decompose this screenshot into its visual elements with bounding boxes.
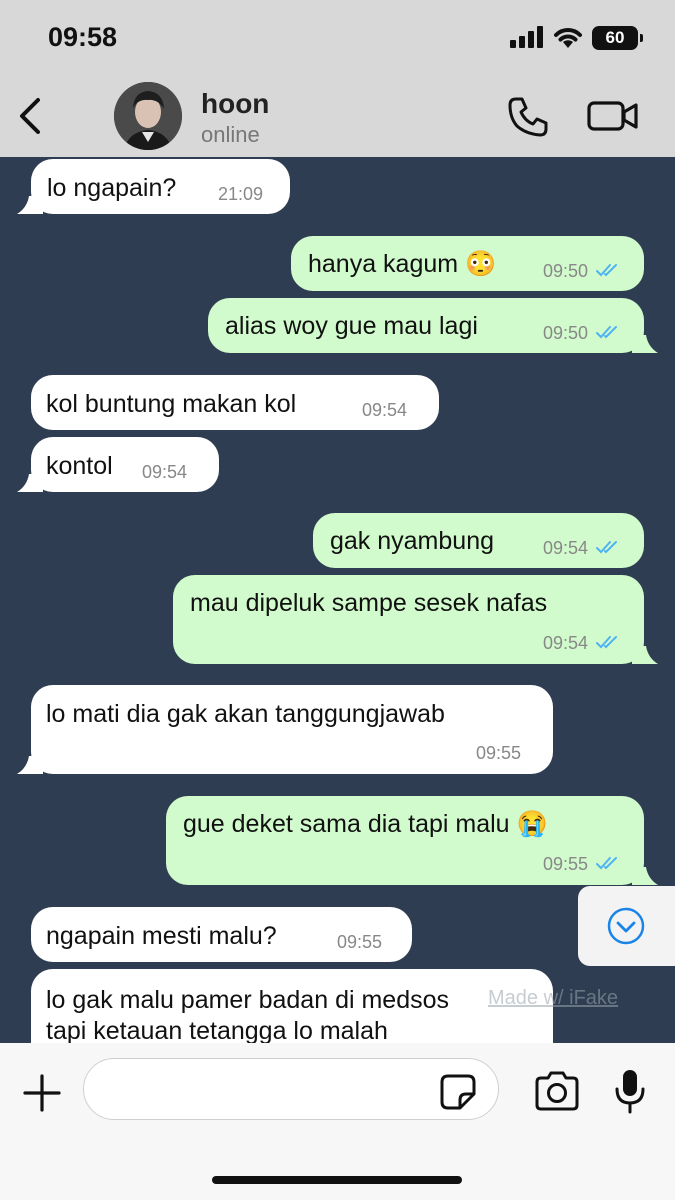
message-time: 09:54 (543, 633, 589, 653)
message-outgoing[interactable]: hanya kagum 😳 09:50 (291, 236, 644, 291)
wifi-icon (554, 28, 582, 48)
message-text: kol buntung makan kol (46, 390, 297, 418)
message-text-line: lo gak malu pamer badan di medsos (46, 986, 450, 1014)
chevron-down-circle-icon (607, 907, 645, 945)
message-text: kontol (46, 452, 113, 480)
status-time: 09:58 (48, 22, 118, 52)
contact-name[interactable]: hoon (201, 88, 269, 120)
read-receipt-icon (596, 264, 617, 277)
message-outgoing[interactable]: gak nyambung 09:54 (313, 513, 644, 568)
message-outgoing[interactable]: alias woy gue mau lagi 09:50 (208, 298, 658, 353)
message-text-line: tapi ketauan tetangga lo malah (46, 1017, 388, 1043)
read-receipt-icon (596, 857, 617, 870)
message-incoming[interactable]: kol buntung makan kol 09:54 (31, 375, 439, 430)
scroll-to-bottom-button[interactable] (578, 886, 675, 966)
message-time: 09:55 (543, 854, 589, 874)
sticker-icon[interactable] (440, 1074, 476, 1110)
message-incoming[interactable]: lo mati dia gak akan tanggungjawab 09:55 (17, 685, 553, 774)
message-outgoing[interactable]: gue deket sama dia tapi malu 😭 09:55 (166, 796, 658, 885)
read-receipt-icon (596, 636, 617, 649)
plus-icon[interactable] (22, 1073, 62, 1113)
home-indicator (212, 1176, 462, 1184)
message-outgoing[interactable]: mau dipeluk sampe sesek nafas 09:54 (173, 575, 658, 664)
microphone-icon[interactable] (613, 1068, 647, 1114)
chat-thread[interactable]: lo ngapain? 21:09 hanya kagum 😳 09:50 al… (0, 157, 675, 1043)
bubble-tail (632, 867, 658, 885)
message-text: alias woy gue mau lagi (225, 312, 478, 340)
message-text: gak nyambung (330, 527, 495, 555)
avatar[interactable] (114, 82, 182, 150)
bubble-tail (17, 474, 43, 492)
message-time: 21:09 (218, 184, 264, 204)
message-incoming[interactable]: kontol 09:54 (17, 437, 219, 492)
camera-icon[interactable] (533, 1071, 581, 1111)
message-time: 09:54 (362, 400, 408, 420)
contact-status: online (201, 122, 260, 147)
read-receipt-icon (596, 326, 617, 339)
message-text: mau dipeluk sampe sesek nafas (190, 589, 548, 617)
chat-header: 09:58 60 hoon online (0, 0, 675, 157)
input-bar (0, 1043, 675, 1200)
message-text: ngapain mesti malu? (46, 922, 277, 950)
message-incoming[interactable]: ngapain mesti malu? 09:55 (31, 907, 412, 962)
read-receipt-icon (596, 541, 617, 554)
message-time: 09:55 (476, 743, 522, 763)
bubble-tail (632, 335, 658, 353)
video-camera-icon[interactable] (586, 96, 640, 136)
message-time: 09:50 (543, 323, 589, 343)
message-incoming[interactable]: lo ngapain? 21:09 (17, 159, 290, 214)
bubble-tail (632, 646, 658, 664)
message-time: 09:55 (337, 932, 383, 952)
message-incoming[interactable]: lo gak malu pamer badan di medsos tapi k… (31, 969, 553, 1043)
watermark: Made w/ iFake (488, 987, 619, 1009)
message-time: 09:50 (543, 261, 589, 281)
message-time: 09:54 (543, 538, 589, 558)
bubble-tail (17, 756, 43, 774)
cellular-signal-icon (510, 26, 546, 48)
phone-icon[interactable] (506, 95, 550, 139)
message-text: hanya kagum 😳 (308, 250, 497, 278)
message-input[interactable] (83, 1058, 499, 1120)
message-time: 09:54 (142, 462, 188, 482)
bubble-tail (17, 196, 43, 214)
battery-indicator: 60 (592, 26, 643, 50)
message-text: lo mati dia gak akan tanggungjawab (46, 700, 445, 728)
message-text: lo ngapain? (47, 174, 177, 202)
chevron-left-icon[interactable] (14, 96, 50, 136)
message-text: gue deket sama dia tapi malu 😭 (183, 810, 548, 838)
